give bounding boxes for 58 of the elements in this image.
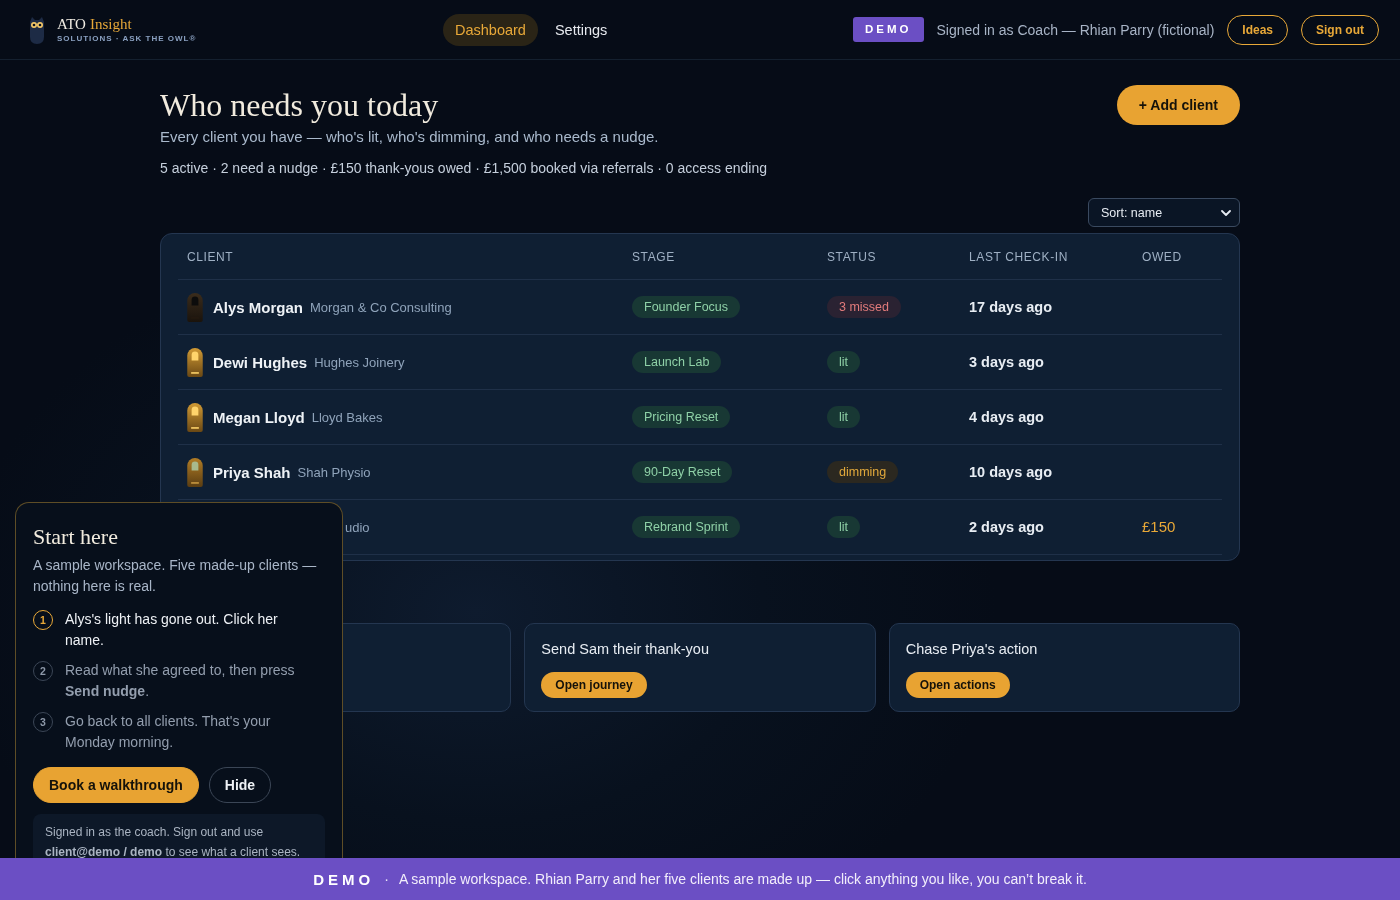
- banner-text: A sample workspace. Rhian Parry and her five clients are made up — click anything you like, you can’t break it.: [398, 871, 1087, 887]
- status-tag: lit: [827, 351, 861, 373]
- demo-badge: DEMO: [853, 17, 924, 42]
- step-text: Alys's light has gone out. Click her name.: [65, 610, 279, 650]
- column-header: CLIENT: [186, 249, 235, 264]
- add-client-button[interactable]: + Add client: [1116, 85, 1240, 125]
- owed-amount: £150: [1141, 518, 1176, 535]
- chevron-down-icon: [1221, 209, 1231, 216]
- client-name[interactable]: Priya Shah: [213, 463, 291, 481]
- client-name[interactable]: Alys Morgan: [213, 298, 303, 316]
- info-note: Signed in as the coach. Sign out and use client@demo / demo to see what a client sees.: [33, 814, 325, 858]
- status-tag: lit: [827, 406, 861, 428]
- column-header: OWED: [1141, 249, 1183, 264]
- stage-tag: 90-Day Reset: [632, 461, 733, 483]
- stage-tag: Launch Lab: [632, 351, 722, 373]
- column-header: STATUS: [826, 249, 878, 264]
- step-text: Read what she agreed to, then press Send nudge.: [65, 661, 296, 701]
- last-check-in: 2 days ago: [968, 519, 1044, 535]
- sort-dropdown[interactable]: Sort: name: [1088, 198, 1240, 227]
- client-name[interactable]: Dewi Hughes: [213, 353, 308, 371]
- last-check-in: 10 days ago: [968, 464, 1052, 480]
- last-check-in: 3 days ago: [968, 354, 1044, 370]
- last-check-in: 4 days ago: [968, 409, 1044, 425]
- nav-tab[interactable]: Settings: [542, 13, 620, 46]
- card-title: Chase Priya's action: [905, 640, 1038, 659]
- action-button[interactable]: Open actions: [905, 672, 1010, 698]
- status-tag: dimming: [827, 461, 899, 483]
- step-text: Go back to all clients. That's your Monday morning.: [65, 712, 272, 752]
- status-tag: 3 missed: [827, 296, 902, 318]
- panel-title: Start here: [33, 523, 119, 551]
- stage-tag: Pricing Reset: [632, 406, 731, 428]
- card-title: Send Sam their thank-you: [541, 640, 709, 659]
- column-header: LAST CHECK-IN: [968, 249, 1069, 264]
- summary-stats: 5 active · 2 need a nudge · £150 thank-yous owed · £1,500 booked via referrals · 0 access ending: [160, 159, 769, 178]
- brand-accent: Insight: [89, 15, 132, 33]
- column-header: STAGE: [631, 249, 676, 264]
- banner-separator: ·: [384, 871, 389, 887]
- client-name[interactable]: Megan Lloyd: [213, 408, 305, 426]
- panel-button[interactable]: Book a walkthrough: [33, 767, 199, 803]
- owl-icon: [28, 15, 46, 44]
- company-name: Morgan & Co Consulting: [310, 299, 452, 315]
- brand-tagline: SOLUTIONS · ASK THE OWL®: [57, 33, 197, 44]
- demo-label: DEMO: [313, 870, 375, 888]
- nav-tab[interactable]: Dashboard: [443, 13, 538, 46]
- status-tag: lit: [827, 516, 861, 538]
- page-subtitle: Every client you have — who's lit, who's dimming, and who needs a nudge.: [160, 127, 660, 147]
- company-name: Lloyd Bakes: [311, 409, 383, 425]
- last-check-in: 17 days ago: [968, 299, 1052, 315]
- signed-in-text: Signed in as Coach — Rhian Parry (fictional): [936, 21, 1215, 38]
- stage-tag: Founder Focus: [632, 296, 741, 318]
- company-name: udio: [345, 519, 370, 535]
- stage-tag: Rebrand Sprint: [632, 516, 741, 538]
- panel-intro: A sample workspace. Five made-up clients — nothing here is real.: [33, 556, 318, 596]
- company-name: Shah Physio: [297, 464, 371, 480]
- page-title: Who needs you today: [160, 86, 439, 125]
- brand-name: ATO: [57, 15, 86, 33]
- company-name: Hughes Joinery: [314, 354, 405, 370]
- action-button[interactable]: Open journey: [541, 672, 647, 698]
